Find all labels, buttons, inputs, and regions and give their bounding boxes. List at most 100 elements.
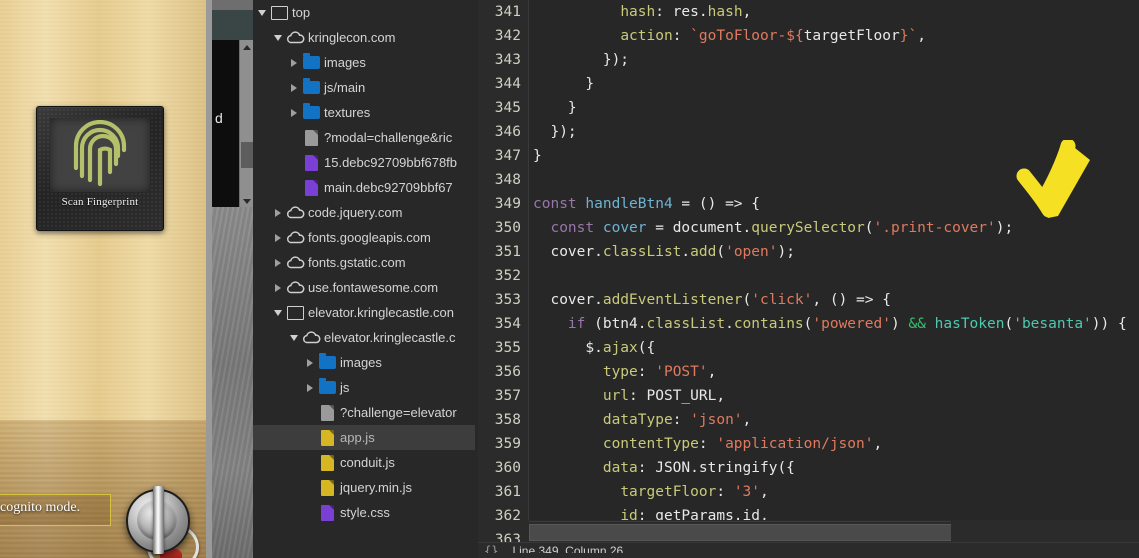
- folder-icon: [301, 100, 321, 125]
- chevron-right-icon[interactable]: [287, 100, 301, 125]
- code-editor[interactable]: 341 342 343 344 345 346 347 348 349 350 351 352 353 3…: [478, 0, 1139, 558]
- tree-item-js[interactable]: js: [253, 375, 478, 400]
- code-line[interactable]: [529, 168, 1139, 192]
- fingerprint-screen: [50, 118, 150, 192]
- chevron-down-icon[interactable]: [255, 0, 269, 25]
- tree-item-main-debc92709bbf67[interactable]: main.debc92709bbf67: [253, 175, 478, 200]
- tree-twisty-spacer: [287, 150, 301, 175]
- code-line[interactable]: dataType: 'json',: [529, 408, 1139, 432]
- chevron-right-icon[interactable]: [271, 250, 285, 275]
- code-token: 'click': [751, 292, 813, 308]
- code-token: classList: [602, 244, 682, 260]
- tree-item-kringlecon-com[interactable]: kringlecon.com: [253, 25, 478, 50]
- tree-item-15-debc92709bbf678fb[interactable]: 15.debc92709bbf678fb: [253, 150, 478, 175]
- tree-item-images[interactable]: images: [253, 350, 478, 375]
- chevron-right-icon[interactable]: [287, 75, 301, 100]
- tree-item-label: js: [340, 380, 350, 395]
- chevron-right-icon[interactable]: [287, 50, 301, 75]
- strip-scrollbar[interactable]: [239, 40, 253, 208]
- code-token: res: [672, 4, 699, 20]
- tree-item-challenge-elevator[interactable]: ?challenge=elevator: [253, 400, 478, 425]
- tree-item-app-js[interactable]: app.js: [253, 425, 478, 450]
- chevron-right-icon[interactable]: [303, 350, 317, 375]
- tree-item-fonts-gstatic-com[interactable]: fonts.gstatic.com: [253, 250, 478, 275]
- code-line[interactable]: targetFloor: '3',: [529, 480, 1139, 504]
- folder-icon: [301, 50, 321, 75]
- chevron-down-icon[interactable]: [271, 300, 285, 325]
- code-token: }: [533, 100, 577, 116]
- code-token: hash: [620, 4, 656, 20]
- code-line[interactable]: action: `goToFloor-${targetFloor}`,: [529, 24, 1139, 48]
- chevron-down-icon[interactable]: [287, 325, 301, 350]
- code-line[interactable]: });: [529, 120, 1139, 144]
- chevron-right-icon[interactable]: [271, 275, 285, 300]
- code-line[interactable]: const handleBtn4 = () => {: [529, 192, 1139, 216]
- code-line[interactable]: cover.classList.add('open');: [529, 240, 1139, 264]
- code-line[interactable]: id: getParams.id,: [529, 504, 1139, 520]
- scroll-down-arrow-icon[interactable]: [240, 194, 253, 208]
- code-token: )) {: [1091, 316, 1127, 332]
- tree-item-textures[interactable]: textures: [253, 100, 478, 125]
- code-line[interactable]: [529, 264, 1139, 288]
- tree-item-label: textures: [324, 105, 371, 120]
- code-line[interactable]: type: 'POST',: [529, 360, 1139, 384]
- fingerprint-scanner-panel[interactable]: Scan Fingerprint: [36, 106, 164, 231]
- code-line[interactable]: }: [529, 72, 1139, 96]
- scrollbar-thumb[interactable]: [241, 142, 253, 168]
- code-token: 'application/json': [716, 436, 874, 452]
- chevron-down-icon[interactable]: [271, 25, 285, 50]
- code-content[interactable]: hash: res.hash, action: `goToFloor-${tar…: [529, 0, 1139, 520]
- tree-item-label: 15.debc92709bbf678fb: [324, 155, 458, 170]
- code-line[interactable]: const cover = document.querySelector('.p…: [529, 216, 1139, 240]
- tree-item-code-jquery-com[interactable]: code.jquery.com: [253, 200, 478, 225]
- horizontal-scrollbar-thumb[interactable]: [529, 524, 1001, 541]
- code-line[interactable]: $.ajax({: [529, 336, 1139, 360]
- tree-twisty-spacer: [287, 175, 301, 200]
- tree-item-elevator-kringlecastle-con[interactable]: elevator.kringlecastle.con: [253, 300, 478, 325]
- tree-item-top[interactable]: top: [253, 0, 478, 25]
- code-line[interactable]: data: JSON.stringify({: [529, 456, 1139, 480]
- game-viewport[interactable]: Scan Fingerprint ncognito mode.: [0, 0, 206, 558]
- tree-item-jquery-min-js[interactable]: jquery.min.js: [253, 475, 478, 500]
- editor-right-edge: [951, 521, 1139, 542]
- tree-item-fonts-googleapis-com[interactable]: fonts.googleapis.com: [253, 225, 478, 250]
- code-line[interactable]: }: [529, 96, 1139, 120]
- code-token: ,: [742, 412, 752, 428]
- code-token: :: [698, 436, 717, 452]
- line-number: 341: [494, 4, 521, 20]
- cloud-icon: [285, 25, 305, 50]
- file-purple-icon: [317, 500, 337, 525]
- cloud-icon: [301, 325, 321, 350]
- tree-item-style-css[interactable]: style.css: [253, 500, 478, 525]
- tree-item-conduit-js[interactable]: conduit.js: [253, 450, 478, 475]
- code-line[interactable]: }: [529, 144, 1139, 168]
- code-token: .: [681, 244, 691, 260]
- file-grey-icon: [301, 125, 321, 150]
- tree-item-use-fontawesome-com[interactable]: use.fontawesome.com: [253, 275, 478, 300]
- tree-item-elevator-kringlecastle-c[interactable]: elevator.kringlecastle.c: [253, 325, 478, 350]
- folder-icon: [317, 375, 337, 400]
- tree-item-images[interactable]: images: [253, 50, 478, 75]
- code-line[interactable]: hash: res.hash,: [529, 0, 1139, 24]
- code-token: querySelector: [751, 220, 865, 236]
- chevron-right-icon[interactable]: [271, 225, 285, 250]
- chevron-right-icon[interactable]: [303, 375, 317, 400]
- scroll-up-arrow-icon[interactable]: [240, 40, 253, 54]
- code-line[interactable]: if (btn4.classList.contains ('powered') &…: [529, 312, 1139, 336]
- code-line[interactable]: contentType: 'application/json',: [529, 432, 1139, 456]
- tree-item-modal-challenge-ric[interactable]: ?modal=challenge&ric: [253, 125, 478, 150]
- code-line[interactable]: cover.addEventListener('click', () => {: [529, 288, 1139, 312]
- tree-item-js-main[interactable]: js/main: [253, 75, 478, 100]
- chevron-right-icon[interactable]: [271, 200, 285, 225]
- code-token: classList: [646, 316, 726, 332]
- code-line[interactable]: });: [529, 48, 1139, 72]
- devtools-file-tree[interactable]: top kringlecon.com images js/main textures ?m…: [253, 0, 478, 558]
- code-line[interactable]: url: POST_URL,: [529, 384, 1139, 408]
- line-number: 353: [494, 292, 521, 308]
- door-knob-icon[interactable]: [126, 486, 190, 554]
